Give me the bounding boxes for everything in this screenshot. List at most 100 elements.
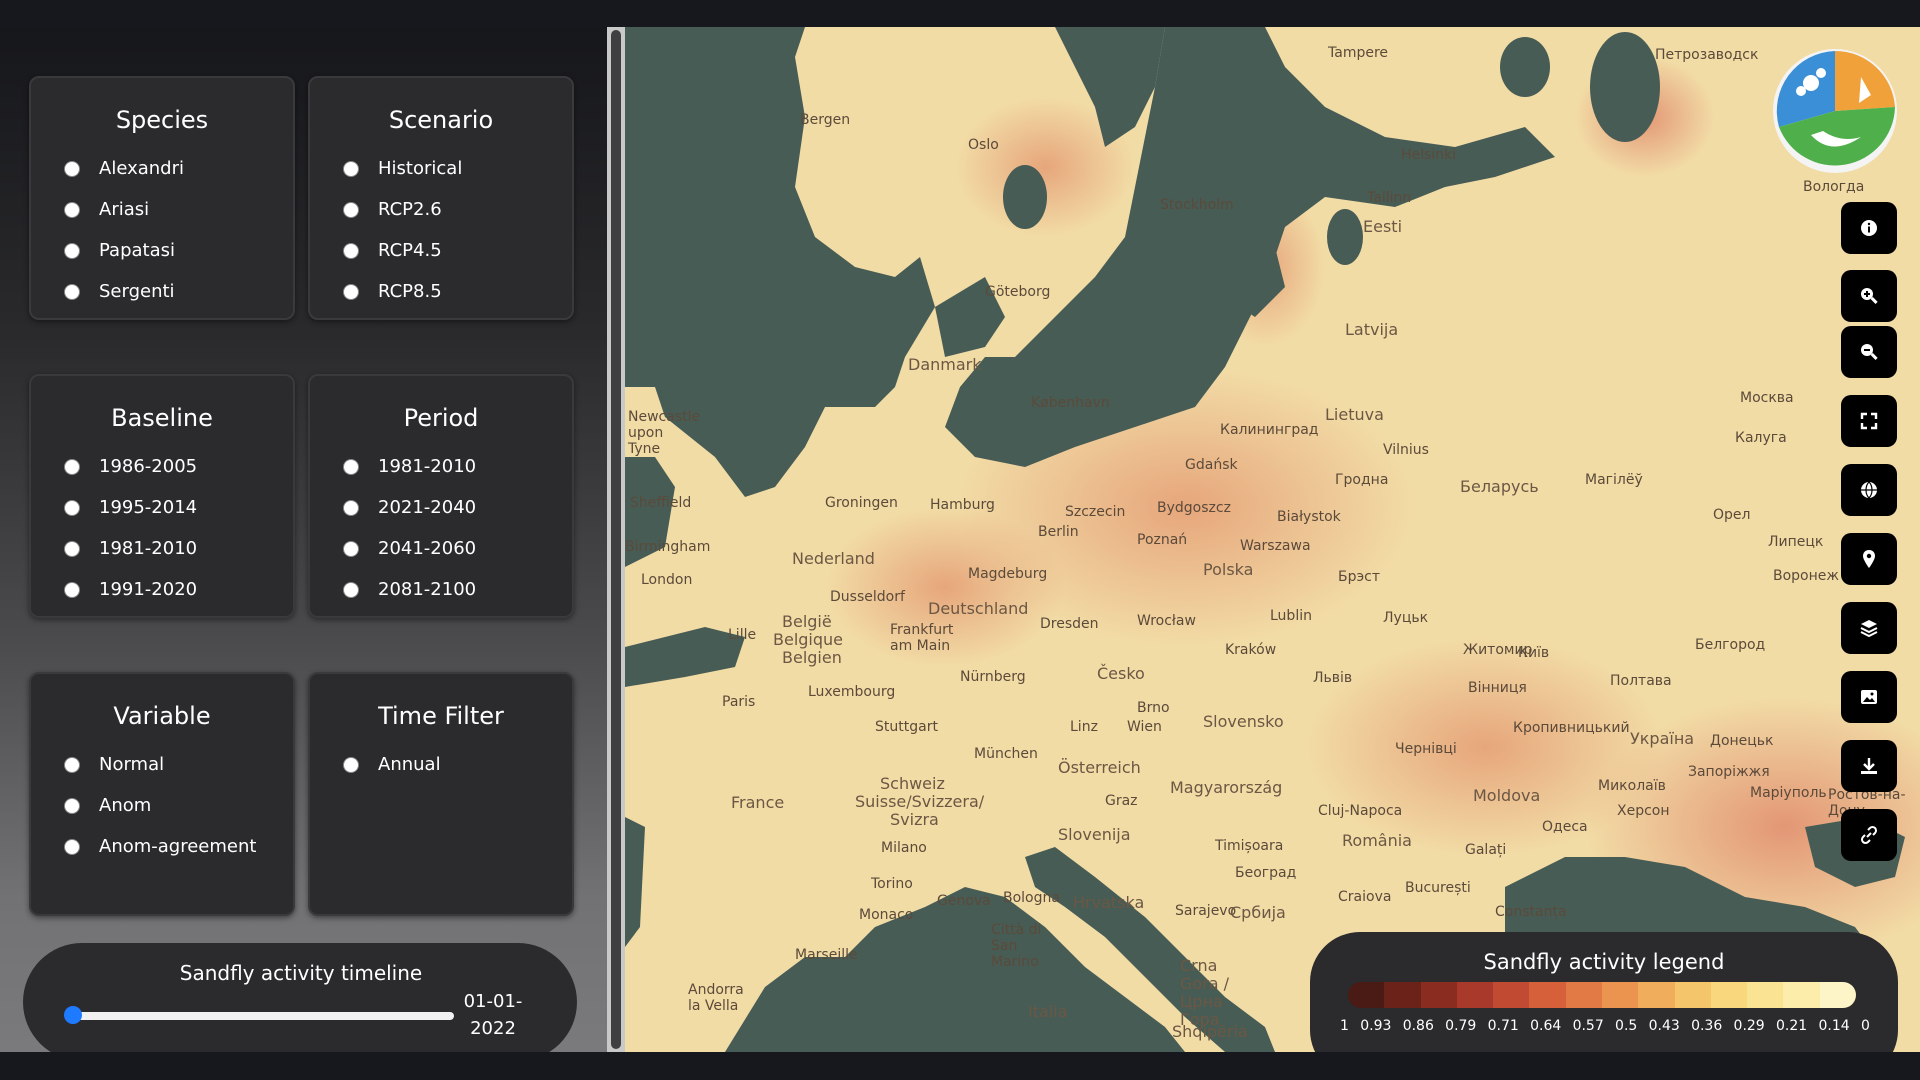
option-label: 1981-2010 [99,538,198,559]
scenario-panel: Scenario Historical RCP2.6 RCP4.5 RCP8.5 [308,76,574,320]
city-label: Vilnius [1383,442,1429,458]
radio-button[interactable] [344,202,358,217]
legend-color-swatch [1420,982,1457,1008]
timeline-slider-track[interactable] [69,1012,454,1020]
time-filter-option-annual[interactable]: Annual [310,744,572,785]
city-label: Helsinki [1401,147,1457,163]
location-pin-icon [1863,550,1875,568]
city-label: Stockholm [1160,197,1234,213]
sidebar-scrollbar-thumb[interactable] [611,30,621,1049]
link-icon [1860,825,1878,845]
city-label: Kraków [1225,642,1277,658]
legend-tick-label: 0 [1860,1018,1870,1034]
info-button[interactable] [1841,202,1897,254]
country-label: Belgien [782,648,842,667]
info-icon [1861,220,1877,236]
period-option-1981-2010[interactable]: 1981-2010 [310,446,572,487]
city-label: Київ [1518,645,1550,661]
variable-option-anom-agreement[interactable]: Anom-agreement [31,826,293,867]
zoom-out-button[interactable] [1841,326,1897,378]
period-option-2021-2040[interactable]: 2021-2040 [310,487,572,528]
country-label: Slovensko [1203,712,1284,731]
city-label: Москва [1740,390,1794,406]
country-label: Belgique [773,630,844,649]
legend-color-swatch [1529,982,1566,1008]
radio-button[interactable] [65,757,79,772]
city-label: Калуга [1735,430,1787,446]
layers-button[interactable] [1841,602,1897,654]
scenario-option-rcp45[interactable]: RCP4.5 [310,230,572,271]
period-title: Period [403,404,479,432]
radio-button[interactable] [344,757,358,772]
legend-tick-label: 0.29 [1733,1018,1765,1034]
scenario-option-historical[interactable]: Historical [310,148,572,189]
radio-button[interactable] [65,459,79,474]
option-label: Ariasi [99,199,150,220]
variable-option-anom[interactable]: Anom [31,785,293,826]
image-export-button[interactable] [1841,671,1897,723]
country-label: Deutschland [928,599,1029,618]
legend-color-swatch [1348,982,1385,1008]
baseline-option-1981-2010[interactable]: 1981-2010 [31,528,293,569]
city-label: Калининград [1220,422,1319,438]
timeline-date-line1: 01-01- [463,991,523,1012]
scenario-option-rcp85[interactable]: RCP8.5 [310,271,572,312]
radio-button[interactable] [65,284,79,299]
city-label: Constanța [1495,904,1567,920]
country-label: Danmark [908,355,982,374]
species-option-ariasi[interactable]: Ariasi [31,189,293,230]
country-label: Svizra [890,810,939,829]
map-view[interactable]: Tampere Петрозаводск Helsinki Bergen Osl… [625,27,1920,1052]
radio-button[interactable] [65,243,79,258]
baseline-option-1986-2005[interactable]: 1986-2005 [31,446,293,487]
radio-button[interactable] [65,798,79,813]
radio-button[interactable] [344,284,358,299]
legend-tick-label: 0.21 [1776,1018,1808,1034]
city-label: Гродна [1335,472,1389,488]
radio-button[interactable] [65,582,79,597]
city-label: Белгород [1695,637,1766,653]
city-label: Полтава [1610,673,1672,689]
baseline-option-1991-2020[interactable]: 1991-2020 [31,569,293,610]
city-label: Torino [871,876,913,892]
baseline-option-1995-2014[interactable]: 1995-2014 [31,487,293,528]
scenario-title: Scenario [388,106,494,134]
globe-button[interactable] [1841,464,1897,516]
radio-button[interactable] [65,839,79,854]
city-label: Одеса [1542,819,1588,835]
location-button[interactable] [1841,533,1897,585]
species-option-alexandri[interactable]: Alexandri [31,148,293,189]
zoom-in-button[interactable] [1841,270,1897,322]
radio-button[interactable] [344,582,358,597]
download-button[interactable] [1841,740,1897,792]
radio-button[interactable] [65,500,79,515]
radio-button[interactable] [65,541,79,556]
country-label: Schweiz [880,774,945,793]
city-label: Stuttgart [875,719,938,735]
country-label: Eesti [1363,217,1403,236]
city-label: Białystok [1277,509,1341,525]
period-option-2081-2100[interactable]: 2081-2100 [310,569,572,610]
radio-button[interactable] [344,243,358,258]
city-label: Wrocław [1137,613,1196,629]
option-label: 2081-2100 [378,579,477,600]
species-option-sergenti[interactable]: Sergenti [31,271,293,312]
city-label: Poznań [1137,532,1188,548]
radio-button[interactable] [344,500,358,515]
radio-button[interactable] [344,161,358,176]
city-label: Запоріжжя [1688,764,1770,780]
radio-button[interactable] [344,459,358,474]
period-option-2041-2060[interactable]: 2041-2060 [310,528,572,569]
city-label: Szczecin [1065,504,1126,520]
legend-tick-label: 0.71 [1487,1018,1519,1034]
species-option-papatasi[interactable]: Papatasi [31,230,293,271]
radio-button[interactable] [65,202,79,217]
option-label: RCP8.5 [378,281,442,302]
radio-button[interactable] [344,541,358,556]
scenario-option-rcp26[interactable]: RCP2.6 [310,189,572,230]
timeline-slider-handle[interactable] [64,1006,82,1024]
variable-option-normal[interactable]: Normal [31,744,293,785]
fullscreen-button[interactable] [1841,395,1897,447]
share-link-button[interactable] [1841,809,1897,861]
radio-button[interactable] [65,161,79,176]
